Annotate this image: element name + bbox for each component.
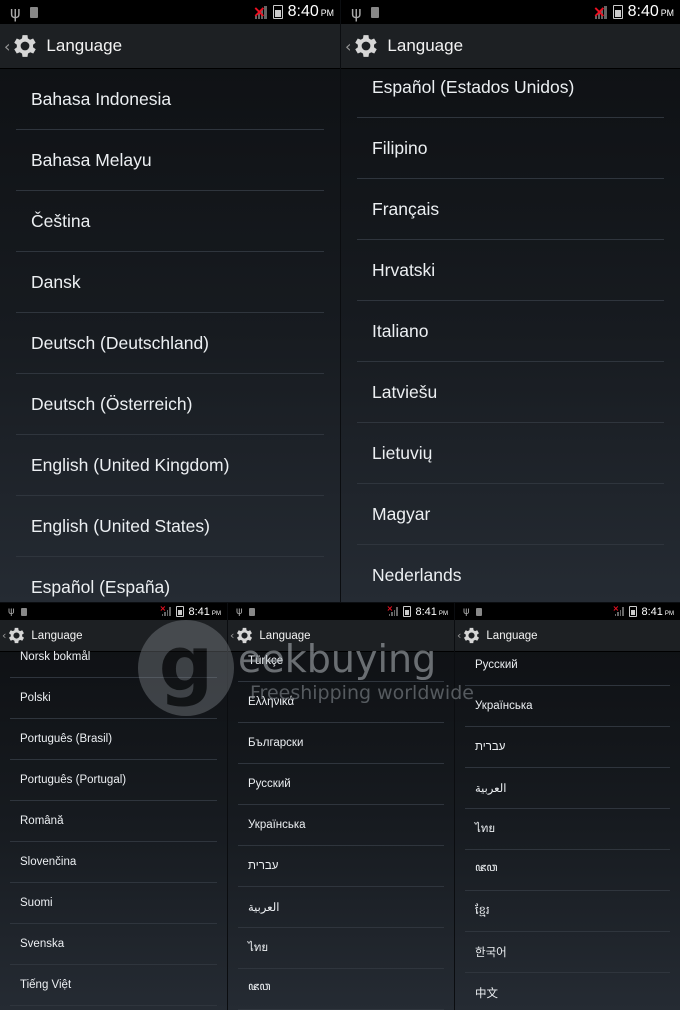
language-item[interactable]: Русский bbox=[465, 645, 670, 686]
language-item[interactable]: Lietuvių bbox=[357, 423, 664, 484]
language-item[interactable]: Ελληνικά bbox=[238, 682, 444, 723]
sd-card-icon bbox=[475, 607, 482, 616]
sd-card-icon bbox=[29, 6, 38, 18]
language-item[interactable]: Polski bbox=[10, 678, 217, 719]
no-signal-icon: × bbox=[252, 1, 267, 21]
language-item[interactable]: Türkçe bbox=[238, 641, 444, 682]
sd-card-icon bbox=[370, 6, 379, 18]
clock: 8:41 PM bbox=[641, 605, 675, 618]
language-list[interactable]: Русский Українська עברית العربية ไทย ꦗꦮ … bbox=[455, 645, 680, 1010]
sd-card-icon bbox=[20, 607, 27, 616]
settings-gear-icon[interactable] bbox=[461, 625, 482, 646]
language-item[interactable]: Português (Portugal) bbox=[10, 760, 217, 801]
language-item[interactable]: English (United Kingdom) bbox=[16, 435, 324, 496]
language-item[interactable]: ไทย bbox=[238, 928, 444, 969]
usb-icon: ψ bbox=[236, 606, 243, 617]
language-item[interactable]: ไทย bbox=[465, 809, 670, 850]
language-item[interactable]: Bahasa Melayu bbox=[16, 130, 324, 191]
usb-icon: ψ bbox=[463, 606, 470, 617]
battery-charging-icon bbox=[175, 606, 184, 617]
language-item[interactable]: Hrvatski bbox=[357, 240, 664, 301]
screen-top-left: ψ × 8:40 PM ‹ Language Bahasa Indonesia B… bbox=[0, 0, 340, 602]
status-bar: ψ × 8:40 PM bbox=[341, 0, 680, 24]
language-item[interactable]: Română bbox=[10, 801, 217, 842]
language-item[interactable]: Українська bbox=[238, 805, 444, 846]
settings-gear-icon[interactable] bbox=[10, 31, 40, 61]
battery-charging-icon bbox=[402, 606, 411, 617]
clock: 8:41 PM bbox=[415, 605, 449, 618]
language-item[interactable]: English (United States) bbox=[16, 496, 324, 557]
language-item[interactable]: Українська bbox=[465, 686, 670, 727]
language-item[interactable]: Svenska bbox=[10, 924, 217, 965]
language-item[interactable]: Suomi bbox=[10, 883, 217, 924]
language-item[interactable]: עברית bbox=[465, 727, 670, 768]
language-item[interactable]: Español (Estados Unidos) bbox=[357, 57, 664, 118]
no-signal-icon: × bbox=[613, 604, 624, 616]
language-item[interactable]: 中文 bbox=[465, 973, 670, 1010]
clock: 8:41 PM bbox=[188, 605, 222, 618]
language-item[interactable]: Български bbox=[238, 723, 444, 764]
page-title: Language bbox=[387, 36, 464, 55]
language-list[interactable]: Español (Estados Unidos) Filipino França… bbox=[341, 57, 680, 602]
no-signal-icon: × bbox=[160, 604, 171, 616]
usb-icon: ψ bbox=[8, 606, 15, 617]
no-signal-icon: × bbox=[592, 1, 607, 21]
language-item[interactable]: Tiếng Việt bbox=[10, 965, 217, 1006]
language-item[interactable]: ꦗꦮ bbox=[238, 969, 444, 1010]
language-item[interactable]: Português (Brasil) bbox=[10, 719, 217, 760]
clock: 8:40 PM bbox=[627, 3, 674, 20]
language-item[interactable]: Čeština bbox=[16, 191, 324, 252]
status-bar: ψ × 8:41 PM bbox=[0, 603, 227, 620]
language-item[interactable]: Deutsch (Deutschland) bbox=[16, 313, 324, 374]
language-item[interactable]: עברית bbox=[238, 846, 444, 887]
language-item[interactable]: العربية bbox=[465, 768, 670, 809]
language-list[interactable]: Türkçe Ελληνικά Български Русский Україн… bbox=[228, 641, 454, 1010]
screen-bottom-middle: ψ × 8:41 PM ‹ Language Türkçe Ελληνικά Бъ… bbox=[228, 603, 454, 1010]
battery-charging-icon bbox=[628, 606, 637, 617]
no-signal-icon: × bbox=[387, 604, 398, 616]
language-item[interactable]: Deutsch (Österreich) bbox=[16, 374, 324, 435]
language-item[interactable]: Русский bbox=[238, 764, 444, 805]
language-item[interactable]: Dansk bbox=[16, 252, 324, 313]
action-bar: ‹ Language bbox=[0, 24, 340, 69]
status-bar: ψ × 8:40 PM bbox=[0, 0, 340, 24]
language-item[interactable]: العربية bbox=[238, 887, 444, 928]
status-bar: ψ × 8:41 PM bbox=[455, 603, 680, 620]
language-item[interactable]: Nederlands bbox=[357, 545, 664, 602]
language-item[interactable]: 한국어 bbox=[465, 932, 670, 973]
language-item[interactable]: Español (España) bbox=[16, 557, 324, 602]
screen-bottom-left: ψ × 8:41 PM ‹ Language Norsk bokmål Polsk… bbox=[0, 603, 227, 1010]
language-item[interactable]: Slovenčina bbox=[10, 842, 217, 883]
language-item[interactable]: Latviešu bbox=[357, 362, 664, 423]
language-list[interactable]: Norsk bokmål Polski Português (Brasil) P… bbox=[0, 637, 227, 1010]
language-list[interactable]: Bahasa Indonesia Bahasa Melayu Čeština D… bbox=[0, 69, 340, 602]
usb-icon: ψ bbox=[351, 2, 362, 22]
page-title: Language bbox=[259, 629, 311, 642]
usb-icon: ψ bbox=[10, 2, 21, 22]
page-title: Language bbox=[486, 629, 538, 642]
language-item[interactable]: ꦗꦮ bbox=[465, 850, 670, 891]
language-item[interactable]: Bahasa Indonesia bbox=[16, 69, 324, 130]
battery-charging-icon bbox=[272, 5, 283, 19]
language-item[interactable]: Italiano bbox=[357, 301, 664, 362]
language-item[interactable]: Français bbox=[357, 179, 664, 240]
screen-bottom-right: ψ × 8:41 PM ‹ Language Русский Українська… bbox=[455, 603, 680, 1010]
sd-card-icon bbox=[248, 607, 255, 616]
language-item[interactable]: Magyar bbox=[357, 484, 664, 545]
language-item[interactable]: ខ្មែរ bbox=[465, 891, 670, 932]
status-bar: ψ × 8:41 PM bbox=[228, 603, 454, 620]
language-item[interactable]: Filipino bbox=[357, 118, 664, 179]
screen-top-right: ψ × 8:40 PM ‹ Language Español (Estados U… bbox=[341, 0, 680, 602]
battery-charging-icon bbox=[612, 5, 623, 19]
clock: 8:40 PM bbox=[287, 3, 334, 20]
page-title: Language bbox=[46, 36, 123, 55]
language-item[interactable]: Norsk bokmål bbox=[10, 637, 217, 678]
